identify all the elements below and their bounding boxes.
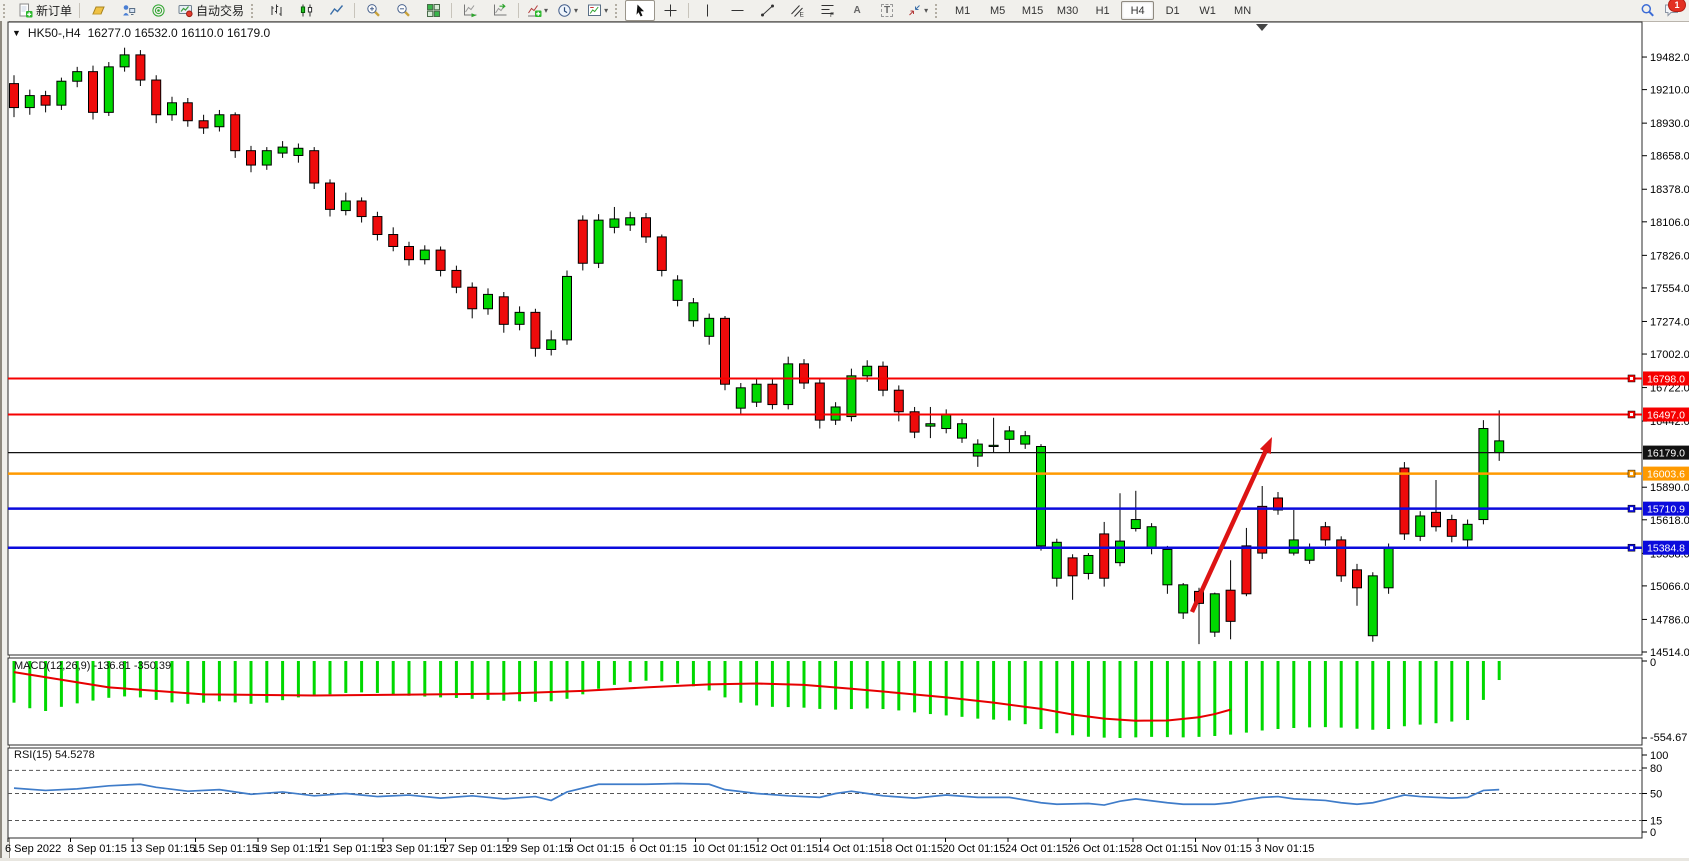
svg-text:15618.0: 15618.0 bbox=[1650, 515, 1689, 527]
legend-ohlc: 16277.0 16532.0 16110.0 16179.0 bbox=[88, 26, 271, 40]
svg-text:15710.9: 15710.9 bbox=[1647, 504, 1685, 516]
svg-text:23 Sep 01:15: 23 Sep 01:15 bbox=[380, 843, 445, 855]
svg-text:3 Oct 01:15: 3 Oct 01:15 bbox=[568, 843, 625, 855]
svg-text:29 Sep 01:15: 29 Sep 01:15 bbox=[505, 843, 570, 855]
svg-text:12 Oct 01:15: 12 Oct 01:15 bbox=[755, 843, 818, 855]
svg-text:27 Sep 01:15: 27 Sep 01:15 bbox=[443, 843, 508, 855]
svg-text:17554.0: 17554.0 bbox=[1650, 283, 1689, 295]
svg-text:20 Oct 01:15: 20 Oct 01:15 bbox=[943, 843, 1006, 855]
svg-text:24 Oct 01:15: 24 Oct 01:15 bbox=[1005, 843, 1068, 855]
svg-text:18 Oct 01:15: 18 Oct 01:15 bbox=[880, 843, 943, 855]
svg-text:18930.0: 18930.0 bbox=[1650, 118, 1689, 130]
svg-text:-554.67: -554.67 bbox=[1650, 732, 1687, 744]
svg-text:16003.6: 16003.6 bbox=[1647, 469, 1685, 481]
svg-text:21 Sep 01:15: 21 Sep 01:15 bbox=[318, 843, 383, 855]
svg-text:50: 50 bbox=[1650, 789, 1662, 801]
svg-text:17826.0: 17826.0 bbox=[1650, 250, 1689, 262]
svg-text:6 Oct 01:15: 6 Oct 01:15 bbox=[630, 843, 687, 855]
svg-text:28 Oct 01:15: 28 Oct 01:15 bbox=[1130, 843, 1193, 855]
svg-text:19482.0: 19482.0 bbox=[1650, 52, 1689, 64]
svg-text:19210.0: 19210.0 bbox=[1650, 85, 1689, 97]
svg-text:15 Sep 01:15: 15 Sep 01:15 bbox=[193, 843, 258, 855]
chart-canvas[interactable]: 19482.0 19210.0 18930.0 18658.0 18378.0 18106… bbox=[0, 0, 1689, 861]
legend-symbol-period: HK50-,H4 bbox=[28, 26, 81, 40]
macd-label: MACD(12,26,9) -136.81 -350.39 bbox=[14, 660, 171, 672]
svg-text:100: 100 bbox=[1650, 750, 1668, 762]
svg-text:80: 80 bbox=[1650, 763, 1662, 775]
svg-text:17274.0: 17274.0 bbox=[1650, 316, 1689, 328]
chart-legend: ▼ HK50-,H4 16277.0 16532.0 16110.0 16179… bbox=[12, 26, 270, 40]
svg-text:16798.0: 16798.0 bbox=[1647, 373, 1685, 385]
svg-text:19 Sep 01:15: 19 Sep 01:15 bbox=[255, 843, 320, 855]
svg-text:14 Oct 01:15: 14 Oct 01:15 bbox=[818, 843, 881, 855]
legend-triangle-icon: ▼ bbox=[12, 28, 21, 38]
svg-text:16179.0: 16179.0 bbox=[1647, 448, 1685, 460]
svg-text:15890.0: 15890.0 bbox=[1650, 482, 1689, 494]
svg-text:6 Sep 2022: 6 Sep 2022 bbox=[5, 843, 61, 855]
svg-text:14786.0: 14786.0 bbox=[1650, 614, 1689, 626]
svg-text:0: 0 bbox=[1650, 827, 1656, 839]
svg-text:15384.8: 15384.8 bbox=[1647, 543, 1685, 555]
svg-text:15066.0: 15066.0 bbox=[1650, 581, 1689, 593]
svg-text:18378.0: 18378.0 bbox=[1650, 184, 1689, 196]
svg-text:15: 15 bbox=[1650, 816, 1662, 828]
svg-text:16497.0: 16497.0 bbox=[1647, 410, 1685, 422]
svg-text:0: 0 bbox=[1650, 657, 1656, 669]
svg-text:1 Nov 01:15: 1 Nov 01:15 bbox=[1193, 843, 1252, 855]
svg-text:18658.0: 18658.0 bbox=[1650, 151, 1689, 163]
svg-text:18106.0: 18106.0 bbox=[1650, 217, 1689, 229]
svg-text:13 Sep 01:15: 13 Sep 01:15 bbox=[130, 843, 195, 855]
svg-text:17002.0: 17002.0 bbox=[1650, 349, 1689, 361]
svg-text:3 Nov 01:15: 3 Nov 01:15 bbox=[1255, 843, 1314, 855]
svg-text:10 Oct 01:15: 10 Oct 01:15 bbox=[693, 843, 756, 855]
svg-text:8 Sep 01:15: 8 Sep 01:15 bbox=[68, 843, 127, 855]
mt4-window: 新订单 自动交易 ▾ ▾ ▾ E F A T bbox=[0, 0, 1689, 861]
rsi-label: RSI(15) 54.5278 bbox=[14, 749, 95, 761]
svg-text:26 Oct 01:15: 26 Oct 01:15 bbox=[1068, 843, 1131, 855]
